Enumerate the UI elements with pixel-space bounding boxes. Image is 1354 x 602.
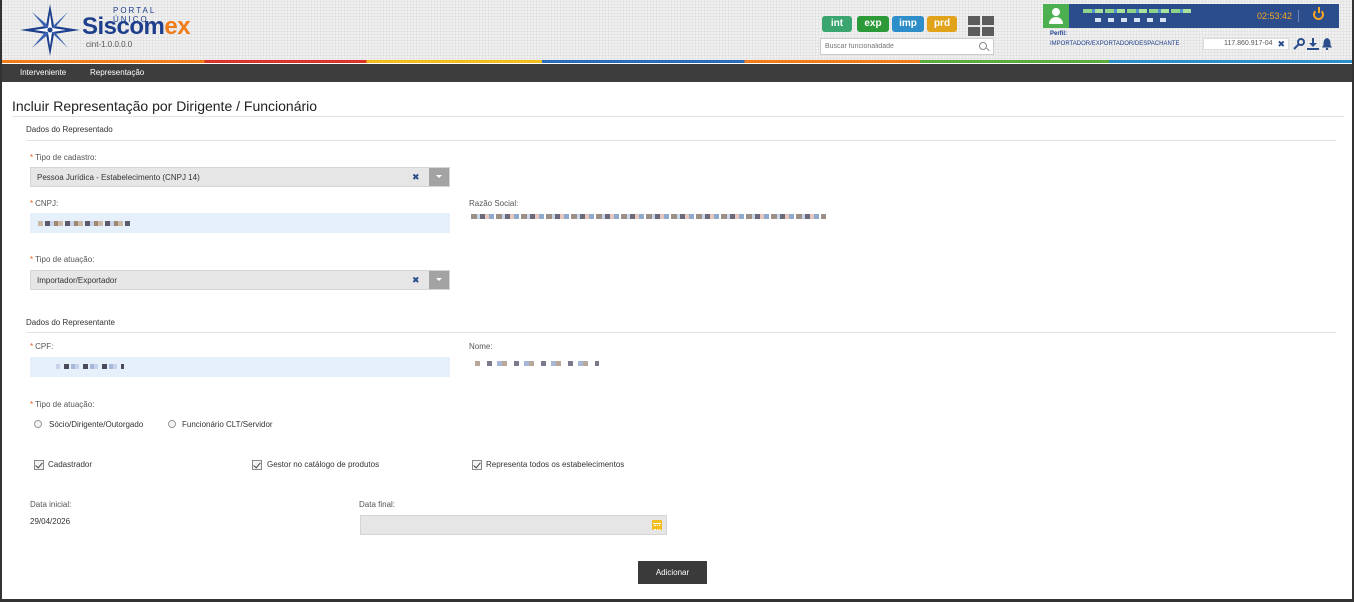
- download-icon[interactable]: [1307, 38, 1319, 50]
- checkbox-todos-estabelecimentos-label[interactable]: Representa todos os estabelecimentos: [486, 460, 624, 469]
- section-title-representado: Dados do Representado: [26, 125, 113, 134]
- data-inicial-label: Data inicial:: [30, 500, 72, 509]
- perfil-label: Perfil:: [1050, 31, 1068, 37]
- env-exp-button[interactable]: exp: [857, 16, 889, 32]
- user-avatar-icon[interactable]: [1043, 4, 1069, 28]
- perfil-value: IMPORTADOR/EXPORTADOR/DESPACHANTE: [1050, 41, 1180, 47]
- app-header: PORTAL ÚNICO Siscomex cint-1.0.0.0.0 int…: [2, 0, 1352, 63]
- radio-funcionario-clt[interactable]: [168, 420, 176, 428]
- tipo-atuacao-label-text: Tipo de atuação:: [35, 255, 95, 264]
- user-session-bar: 02:53:42: [1043, 4, 1339, 28]
- data-final-label: Data final:: [359, 500, 396, 509]
- tipo-atuacao-representante-label-text: Tipo de atuação:: [35, 400, 95, 409]
- siscomex-logo[interactable]: PORTAL ÚNICO Siscomex cint-1.0.0.0.0: [20, 4, 191, 56]
- checkbox-gestor-catalogo-label[interactable]: Gestor no catálogo de produtos: [267, 460, 379, 469]
- tipo-cadastro-value: Pessoa Jurídica - Estabelecimento (CNPJ …: [37, 173, 200, 182]
- radio-socio-dirigente-label[interactable]: Sócio/Dirigente/Outorgado: [49, 420, 143, 429]
- cnpj-input[interactable]: [30, 213, 450, 233]
- clear-selection-icon[interactable]: ✖: [412, 172, 420, 183]
- page-title: Incluir Representação por Dirigente / Fu…: [12, 98, 318, 114]
- divider: [26, 332, 1336, 333]
- compass-star-icon: [20, 4, 80, 56]
- tipo-cadastro-label: * Tipo de cadastro:: [30, 153, 97, 162]
- redacted-cpf: [56, 364, 124, 369]
- brand-accent: ex: [164, 13, 191, 40]
- cnpj-label: * CNPJ:: [30, 199, 58, 208]
- chevron-down-icon[interactable]: [429, 271, 449, 289]
- bell-icon[interactable]: [1321, 38, 1333, 50]
- data-final-input[interactable]: [360, 515, 667, 535]
- redacted-cnpj: [38, 221, 130, 226]
- divider: [26, 140, 1336, 141]
- env-prd-button[interactable]: prd: [927, 16, 957, 32]
- divider: [12, 116, 1344, 117]
- checkbox-cadastrador[interactable]: [34, 460, 44, 470]
- redacted-razao-social: [471, 214, 826, 219]
- radio-socio-dirigente[interactable]: [34, 420, 42, 428]
- grid-apps-icon[interactable]: [968, 16, 994, 36]
- search-input[interactable]: [821, 39, 971, 54]
- required-marker: *: [30, 400, 34, 409]
- brand-name: Siscomex: [82, 13, 191, 41]
- tipo-atuacao-value: Importador/Exportador: [37, 276, 118, 285]
- redacted-user-id: [1095, 18, 1173, 22]
- checkbox-cadastrador-label[interactable]: Cadastrador: [48, 460, 92, 469]
- env-int-button[interactable]: int: [822, 16, 852, 32]
- key-icon[interactable]: [1293, 38, 1305, 50]
- redacted-nome: [475, 361, 599, 366]
- nav-item-representacao[interactable]: Representação: [90, 68, 144, 77]
- divider: [1298, 10, 1299, 22]
- env-imp-button[interactable]: imp: [892, 16, 924, 32]
- color-stripe: [2, 60, 1352, 63]
- search-box: [820, 38, 994, 55]
- data-inicial-value: 29/04/2026: [30, 517, 71, 526]
- tipo-cadastro-label-text: Tipo de cadastro:: [35, 153, 97, 162]
- cpf-label-text: CPF:: [35, 342, 54, 351]
- checkbox-todos-estabelecimentos[interactable]: [472, 460, 482, 470]
- search-icon[interactable]: [979, 42, 987, 50]
- nome-label: Nome:: [469, 342, 493, 351]
- redacted-user-name: [1083, 9, 1193, 13]
- radio-funcionario-clt-label[interactable]: Funcionário CLT/Servidor: [182, 420, 273, 429]
- main-nav: Interveniente Representação: [2, 64, 1352, 82]
- required-marker: *: [30, 199, 34, 208]
- session-timer: 02:53:42: [1257, 11, 1293, 21]
- power-icon[interactable]: [1313, 7, 1324, 20]
- required-marker: *: [30, 255, 34, 264]
- tipo-atuacao-select[interactable]: Importador/Exportador ✖: [30, 270, 450, 290]
- tipo-cadastro-select[interactable]: Pessoa Jurídica - Estabelecimento (CNPJ …: [30, 167, 450, 187]
- cnpj-label-text: CNPJ:: [35, 199, 59, 208]
- perfil-cpf-value: 117.860.917-04: [1224, 40, 1273, 47]
- version-label: cint-1.0.0.0.0: [86, 40, 133, 49]
- razao-social-label: Razão Social:: [469, 199, 519, 208]
- cpf-label: * CPF:: [30, 342, 53, 351]
- add-button[interactable]: Adicionar: [638, 561, 707, 584]
- chevron-down-icon[interactable]: [429, 168, 449, 186]
- calendar-icon[interactable]: [652, 520, 662, 530]
- tipo-atuacao-representante-label: * Tipo de atuação:: [30, 400, 94, 409]
- checkbox-gestor-catalogo[interactable]: [252, 460, 262, 470]
- clear-perfil-icon[interactable]: ✖: [1277, 39, 1285, 49]
- tipo-atuacao-label: * Tipo de atuação:: [30, 255, 94, 264]
- perfil-cpf-field[interactable]: 117.860.917-04 ✖: [1203, 38, 1289, 50]
- section-title-representante: Dados do Representante: [26, 318, 115, 327]
- required-marker: *: [30, 342, 34, 351]
- required-marker: *: [30, 153, 34, 162]
- brand-main: Siscom: [82, 13, 165, 40]
- cpf-input[interactable]: [30, 357, 450, 377]
- nav-item-interveniente[interactable]: Interveniente: [20, 68, 66, 77]
- clear-selection-icon[interactable]: ✖: [412, 275, 420, 286]
